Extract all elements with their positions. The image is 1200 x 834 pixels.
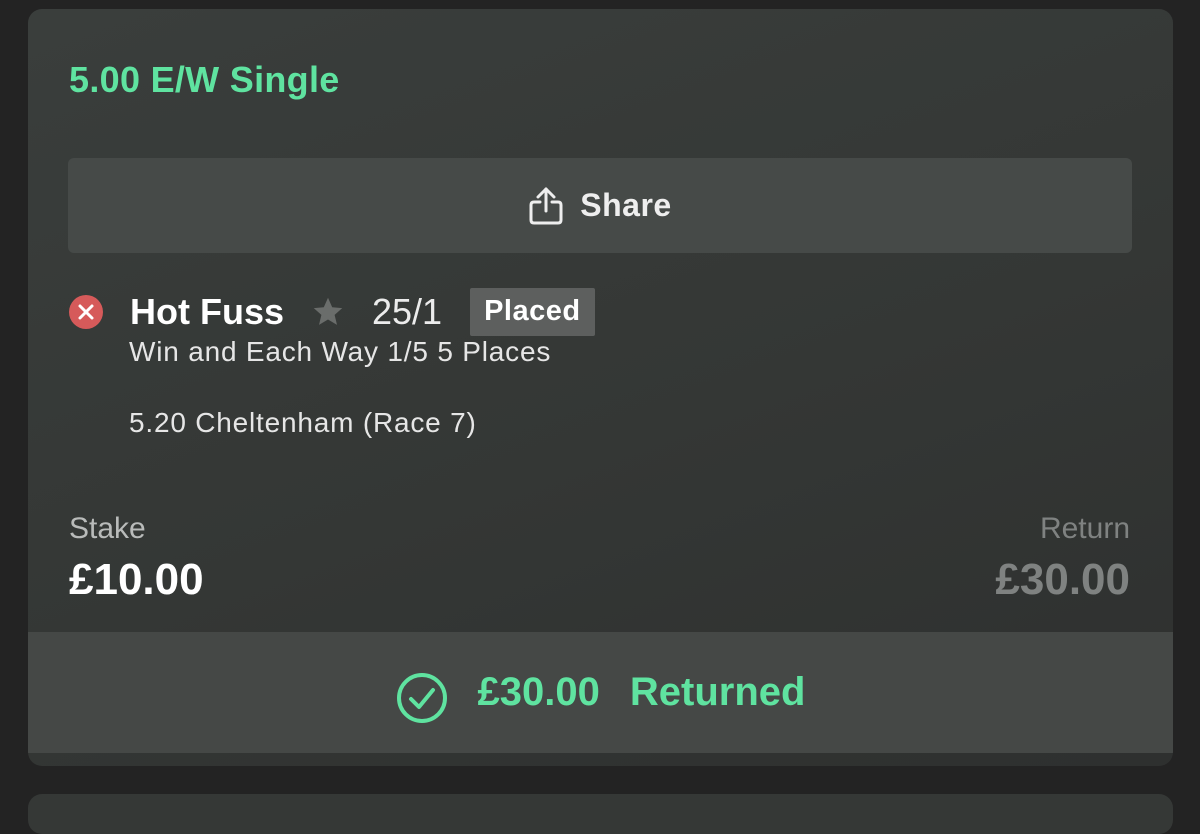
returned-label: Returned: [629, 670, 806, 714]
returned-amount: £30.00: [477, 670, 600, 714]
share-button[interactable]: Share: [68, 158, 1132, 253]
share-label: Share: [580, 187, 672, 223]
status-badge: Placed: [470, 288, 595, 336]
x-circle-icon: [68, 294, 104, 330]
check-circle-icon: [396, 672, 448, 724]
return-value: £30.00: [995, 555, 1130, 604]
selection-row: Hot Fuss 25/1 Placed: [68, 287, 595, 337]
odds: 25/1: [372, 291, 443, 332]
selection-name: Hot Fuss: [130, 291, 285, 332]
bet-title: 5.00 E/W Single: [69, 59, 340, 100]
stake-value: £10.00: [69, 555, 204, 604]
stake-label: Stake: [69, 512, 146, 545]
next-bet-card: [28, 794, 1173, 834]
returned-banner: £30.00 Returned: [28, 632, 1173, 753]
market-description: Win and Each Way 1/5 5 Places: [129, 336, 552, 367]
bet-card: 5.00 E/W Single Share Hot Fuss 25/1 Plac…: [28, 9, 1173, 766]
event-name: 5.20 Cheltenham (Race 7): [129, 407, 477, 438]
share-icon: [528, 186, 564, 226]
star-icon[interactable]: [310, 294, 346, 330]
return-label: Return: [1039, 512, 1130, 545]
